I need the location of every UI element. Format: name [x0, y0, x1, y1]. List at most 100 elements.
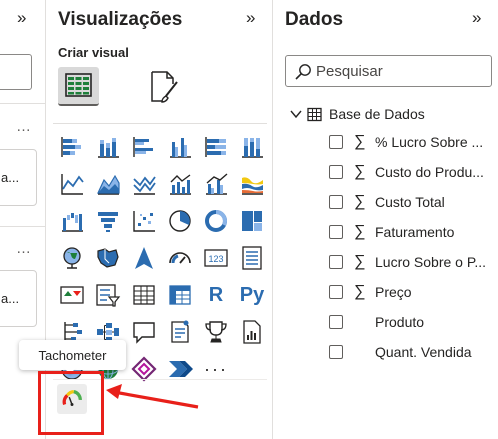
gauge-icon[interactable] — [165, 243, 195, 273]
python-visual-icon[interactable]: Py — [237, 280, 267, 310]
data-pane: Dados » Pesquisar Base de Dados ∑ % Lucr… — [274, 0, 498, 439]
treemap-icon[interactable] — [237, 206, 267, 236]
more-visuals-label: ··· — [204, 358, 228, 379]
field-label: % Lucro Sobre ... — [375, 134, 484, 150]
build-visual-label: Criar visual — [58, 45, 129, 60]
matrix-icon[interactable] — [165, 280, 195, 310]
field-label: Lucro Sobre o P... — [375, 254, 487, 270]
visualizations-title: Visualizações — [58, 9, 183, 30]
r-visual-label: R — [208, 283, 224, 306]
tachometer-tooltip: Tachometer — [19, 340, 126, 370]
field-label: Produto — [375, 314, 425, 330]
field-checkbox[interactable] — [329, 225, 343, 239]
azure-map-icon[interactable] — [129, 243, 159, 273]
data-pane-title: Dados — [285, 9, 344, 30]
paginated-report-icon[interactable] — [237, 317, 267, 347]
more-options-icon[interactable]: … — [16, 118, 32, 135]
field-row[interactable]: ∑ % Lucro Sobre ... — [329, 131, 495, 153]
field-checkbox[interactable] — [329, 195, 343, 209]
filter-card-text: a... — [1, 170, 20, 185]
tachometer-visual-icon[interactable] — [57, 384, 87, 414]
clustered-column-chart-icon[interactable] — [165, 132, 195, 162]
kpi-icon[interactable] — [57, 280, 87, 310]
line-and-stacked-column-chart-icon[interactable] — [165, 169, 195, 199]
ribbon-chart-icon[interactable] — [237, 169, 267, 199]
sigma-icon: ∑ — [354, 223, 366, 240]
divider — [53, 123, 267, 124]
field-row[interactable]: ∑ Faturamento — [329, 221, 495, 243]
paintbrush-page-icon — [151, 71, 178, 103]
field-row[interactable]: ∑ Preço — [329, 281, 495, 303]
filter-card-text: a... — [1, 291, 20, 306]
chevron-down-icon[interactable] — [288, 106, 304, 122]
red-annotation-arrow — [106, 384, 199, 409]
divider — [0, 103, 46, 104]
slicer-icon[interactable] — [93, 280, 123, 310]
field-label: Preço — [375, 284, 412, 300]
field-label: Faturamento — [375, 224, 455, 240]
field-label: Quant. Vendida — [375, 344, 472, 360]
card-icon[interactable]: 123 — [201, 243, 231, 273]
area-chart-icon[interactable] — [93, 169, 123, 199]
field-checkbox[interactable] — [329, 345, 343, 359]
table-grid-icon — [65, 73, 92, 97]
field-row[interactable]: ∑ Custo Total — [329, 191, 495, 213]
format-visual-button[interactable] — [143, 67, 184, 106]
goals-trophy-icon[interactable] — [201, 317, 231, 347]
waterfall-chart-icon[interactable] — [57, 206, 87, 236]
sigma-icon: ∑ — [354, 283, 366, 300]
pie-chart-icon[interactable] — [165, 206, 195, 236]
stacked-area-chart-icon[interactable] — [129, 169, 159, 199]
python-visual-label: Py — [239, 283, 265, 306]
100-stacked-column-chart-icon[interactable] — [237, 132, 267, 162]
line-chart-icon[interactable] — [57, 169, 87, 199]
table-icon — [307, 107, 322, 121]
field-checkbox[interactable] — [329, 285, 343, 299]
divider — [0, 226, 46, 227]
search-input[interactable]: Pesquisar — [285, 55, 492, 87]
more-options-icon[interactable]: … — [16, 240, 32, 257]
table-node-base-de-dados[interactable]: Base de Dados — [288, 103, 493, 125]
search-icon — [295, 64, 311, 80]
filter-search-input[interactable] — [0, 54, 32, 90]
100-stacked-bar-chart-icon[interactable] — [201, 132, 231, 162]
filled-map-icon[interactable] — [93, 243, 123, 273]
funnel-chart-icon[interactable] — [93, 206, 123, 236]
map-icon[interactable] — [57, 243, 87, 273]
field-checkbox[interactable] — [329, 165, 343, 179]
sigma-icon: ∑ — [354, 163, 366, 180]
filter-card[interactable]: a... — [0, 270, 37, 327]
stacked-column-chart-icon[interactable] — [93, 132, 123, 162]
field-checkbox[interactable] — [329, 255, 343, 269]
donut-chart-icon[interactable] — [201, 206, 231, 236]
table-icon[interactable] — [129, 280, 159, 310]
smart-narrative-icon[interactable] — [165, 317, 195, 347]
sigma-icon: ∑ — [354, 253, 366, 270]
field-checkbox[interactable] — [329, 315, 343, 329]
field-row[interactable]: ∑ Custo do Produ... — [329, 161, 495, 183]
sigma-icon: ∑ — [354, 133, 366, 150]
line-and-clustered-column-chart-icon[interactable] — [201, 169, 231, 199]
table-name: Base de Dados — [329, 106, 425, 122]
field-row[interactable]: ∑ Lucro Sobre o P... — [329, 251, 495, 273]
field-row[interactable]: Quant. Vendida — [329, 341, 495, 363]
field-checkbox[interactable] — [329, 135, 343, 149]
filter-card[interactable]: a... — [0, 149, 37, 206]
collapse-data-button[interactable]: » — [472, 8, 482, 28]
collapse-visualizations-button[interactable]: » — [246, 8, 256, 28]
field-label: Custo do Produ... — [375, 164, 484, 180]
field-row[interactable]: Produto — [329, 311, 495, 333]
stacked-bar-chart-icon[interactable] — [57, 132, 87, 162]
tachometer-icon — [62, 390, 82, 407]
qa-visual-icon[interactable] — [129, 317, 159, 347]
scatter-chart-icon[interactable] — [129, 206, 159, 236]
sigma-icon: ∑ — [354, 193, 366, 210]
tooltip-text: Tachometer — [38, 347, 107, 363]
r-script-visual-icon[interactable]: R — [201, 280, 231, 310]
clustered-bar-chart-icon[interactable] — [129, 132, 159, 162]
expand-filters-button[interactable]: » — [17, 8, 27, 28]
field-label: Custo Total — [375, 194, 445, 210]
build-visual-button[interactable] — [58, 67, 99, 106]
multi-row-card-icon[interactable] — [237, 243, 267, 273]
svg-text:123: 123 — [208, 254, 223, 264]
